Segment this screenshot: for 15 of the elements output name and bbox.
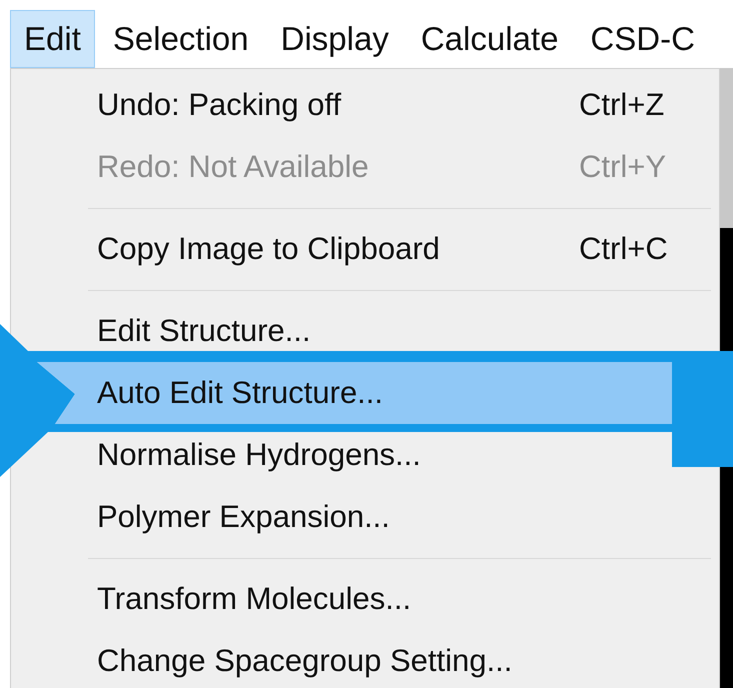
menu-item[interactable]: Undo: Packing off	[97, 87, 342, 122]
menu-item[interactable]: Edit Structure...	[97, 313, 311, 348]
shortcut-label: Ctrl+C	[579, 231, 668, 266]
menu-title[interactable]: Display	[266, 10, 403, 68]
shortcut-label: Ctrl+Y	[579, 149, 666, 184]
menu-item[interactable]: Normalise Hydrogens...	[97, 437, 421, 472]
menu-title[interactable]: Selection	[98, 10, 263, 68]
menu-title[interactable]: CSD-C	[576, 10, 709, 68]
menu-item[interactable]: Transform Molecules...	[97, 581, 412, 616]
menu-title[interactable]: Edit	[10, 10, 95, 68]
shortcut-label: Ctrl+Z	[579, 87, 664, 122]
menu-item[interactable]: Change Spacegroup Setting...	[97, 643, 512, 678]
menu-item[interactable]: Copy Image to Clipboard	[97, 231, 440, 266]
menu-title[interactable]: Calculate	[406, 10, 572, 68]
menu-item[interactable]: Polymer Expansion...	[97, 499, 390, 534]
